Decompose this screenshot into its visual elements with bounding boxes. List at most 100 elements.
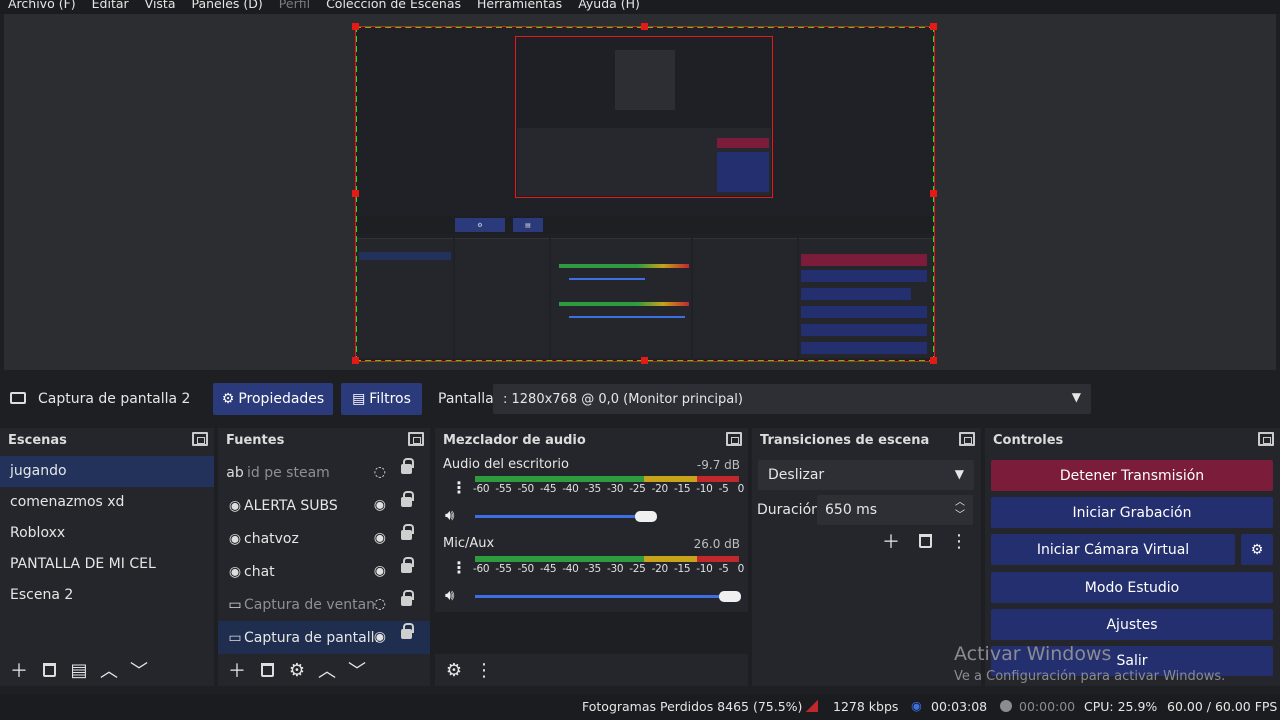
- menu-herramientas[interactable]: Herramientas: [469, 0, 570, 11]
- lock-icon[interactable]: [401, 524, 414, 540]
- resize-handle-bl[interactable]: [352, 357, 359, 364]
- settings-button[interactable]: Ajustes: [991, 609, 1273, 640]
- undock-icon[interactable]: [959, 432, 975, 446]
- scene-item[interactable]: jugando: [0, 456, 214, 487]
- lock-icon[interactable]: [401, 491, 414, 507]
- eye-icon[interactable]: ◉: [374, 497, 386, 513]
- undock-icon[interactable]: [726, 432, 742, 446]
- source-item[interactable]: ◉ ALERTA SUBS ◉: [218, 489, 430, 522]
- lock-icon[interactable]: [401, 458, 414, 474]
- move-down-button[interactable]: ﹀: [344, 657, 370, 683]
- scene-item[interactable]: PANTALLA DE MI CEL: [0, 549, 214, 580]
- menu-archivo[interactable]: Archivo (F): [0, 0, 84, 11]
- studio-mode-button[interactable]: Modo Estudio: [991, 572, 1273, 603]
- source-properties-button[interactable]: ⚙: [284, 657, 310, 683]
- remove-scene-button[interactable]: [36, 657, 62, 683]
- add-scene-button[interactable]: ＋: [6, 657, 32, 683]
- transition-select[interactable]: Deslizar ▼: [758, 460, 974, 490]
- resize-handle-br[interactable]: [930, 357, 937, 364]
- filters-button[interactable]: ▤ Filtros: [341, 383, 422, 415]
- scene-item[interactable]: Escena 2: [0, 580, 214, 611]
- virtual-camera-settings-button[interactable]: ⚙: [1241, 534, 1273, 565]
- menu-coleccion-escenas[interactable]: Colección de Escenas: [318, 0, 469, 11]
- resize-handle-t[interactable]: [641, 23, 648, 30]
- remove-transition-button[interactable]: [912, 528, 938, 554]
- scene-filters-button[interactable]: ▤: [66, 657, 92, 683]
- undock-icon[interactable]: [408, 432, 424, 446]
- eye-icon[interactable]: ◉: [374, 530, 386, 546]
- sources-title: Fuentes: [226, 433, 285, 448]
- dropped-frames: Fotogramas Perdidos 8465 (75.5%): [582, 699, 803, 714]
- properties-button[interactable]: ⚙ Propiedades: [213, 383, 333, 415]
- sources-dock: Fuentes ab id pe steam ◌ ◉ ALERTA SUBS ◉…: [218, 428, 430, 686]
- monitor-icon: [10, 392, 26, 404]
- resize-handle-r[interactable]: [930, 190, 937, 197]
- start-virtual-camera-button[interactable]: Iniciar Cámara Virtual: [991, 534, 1235, 565]
- menu-paneles[interactable]: Paneles (D): [184, 0, 271, 11]
- source-item[interactable]: ◉ chatvoz ◉: [218, 522, 430, 555]
- start-recording-button[interactable]: Iniciar Grabación: [991, 497, 1273, 528]
- source-item[interactable]: ▭ Captura de pantall. ◉: [218, 621, 430, 654]
- kebab-icon[interactable]: ⋮: [451, 558, 467, 577]
- status-bar: Fotogramas Perdidos 8465 (75.5%) 1278 kb…: [0, 694, 1280, 720]
- menu-ayuda[interactable]: Ayuda (H): [570, 0, 648, 11]
- resize-handle-l[interactable]: [352, 190, 359, 197]
- lock-icon[interactable]: [401, 557, 414, 573]
- speaker-icon[interactable]: 🔊︎: [445, 586, 454, 604]
- advanced-audio-button[interactable]: ⚙: [441, 657, 467, 683]
- preview-canvas[interactable]: ⚙ ▤: [4, 14, 1276, 370]
- eye-hidden-icon[interactable]: ◌: [374, 464, 386, 480]
- selected-source-name: Captura de pantalla 2: [38, 391, 191, 407]
- menu-editar[interactable]: Editar: [84, 0, 137, 11]
- kebab-icon[interactable]: ⋮: [451, 478, 467, 497]
- eye-hidden-icon[interactable]: ◌: [374, 596, 386, 612]
- recording-icon: [1000, 700, 1012, 712]
- lock-icon[interactable]: [401, 590, 414, 606]
- volume-slider-knob[interactable]: [635, 511, 657, 522]
- monitor-icon: ▭: [228, 629, 242, 646]
- menu-vista[interactable]: Vista: [137, 0, 184, 11]
- scenes-toolbar: ＋ ▤ ︿ ﹀: [0, 654, 214, 686]
- gear-icon: ⚙: [221, 391, 235, 407]
- text-icon: ab: [226, 464, 244, 481]
- scene-item[interactable]: Robloxx: [0, 518, 214, 549]
- channel-db: 26.0 dB: [693, 537, 740, 551]
- eye-icon[interactable]: ◉: [374, 563, 386, 579]
- scene-item[interactable]: comenazmos xd: [0, 487, 214, 518]
- lock-icon[interactable]: [401, 623, 414, 639]
- transition-menu-button[interactable]: ⋮: [946, 528, 972, 554]
- filter-icon: ▤: [352, 391, 366, 407]
- source-item[interactable]: ◉ chat ◉: [218, 555, 430, 588]
- undock-icon[interactable]: [1258, 432, 1274, 446]
- source-item[interactable]: ▭ Captura de ventan ◌: [218, 588, 430, 621]
- spin-arrows-icon[interactable]: ︿ ﹀: [955, 496, 965, 522]
- resize-handle-tr[interactable]: [930, 23, 937, 30]
- move-up-button[interactable]: ︿: [314, 657, 340, 683]
- screen-select[interactable]: : 1280x768 @ 0,0 (Monitor principal) ▼: [493, 384, 1091, 414]
- source-item[interactable]: ab id pe steam ◌: [218, 456, 430, 489]
- volume-slider[interactable]: [475, 515, 645, 518]
- add-source-button[interactable]: ＋: [224, 657, 250, 683]
- volume-slider-knob[interactable]: [719, 591, 741, 602]
- move-down-button[interactable]: ﹀: [126, 657, 152, 683]
- audio-meter: [475, 556, 739, 562]
- mixer-menu-button[interactable]: ⋮: [471, 657, 497, 683]
- resize-handle-b[interactable]: [641, 357, 648, 364]
- volume-slider[interactable]: [475, 595, 737, 598]
- speaker-icon[interactable]: 🔊︎: [445, 506, 454, 524]
- fps: 60.00 / 60.00 FPS: [1167, 699, 1278, 714]
- remove-source-button[interactable]: [254, 657, 280, 683]
- gear-icon: ⚙: [1250, 541, 1264, 558]
- menu-perfil[interactable]: Perfil: [271, 0, 318, 11]
- controls-title: Controles: [993, 433, 1064, 448]
- move-up-button[interactable]: ︿: [96, 657, 122, 683]
- undock-icon[interactable]: [192, 432, 208, 446]
- add-transition-button[interactable]: ＋: [878, 528, 904, 554]
- bitrate: 1278 kbps: [833, 699, 899, 714]
- duration-spinbox[interactable]: 650 ms ︿ ﹀: [817, 495, 973, 525]
- browser-icon: ◉: [228, 530, 242, 547]
- stop-streaming-button[interactable]: Detener Transmisión: [991, 460, 1273, 491]
- trash-icon: [42, 663, 56, 677]
- eye-icon[interactable]: ◉: [374, 629, 386, 645]
- resize-handle-tl[interactable]: [352, 23, 359, 30]
